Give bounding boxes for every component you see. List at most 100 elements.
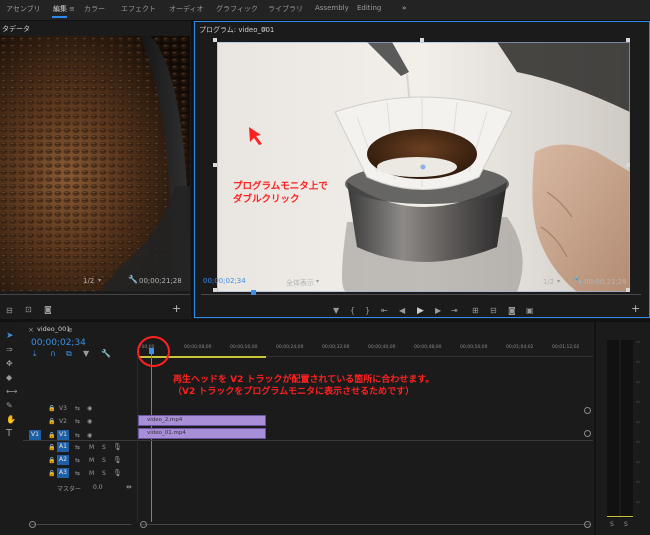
header-scrollbar[interactable]: [31, 524, 131, 525]
add-button-icon[interactable]: +: [631, 303, 640, 314]
lock-icon[interactable]: 🔒: [48, 405, 55, 413]
source-patch-v1[interactable]: V1: [29, 430, 41, 440]
go-to-end-icon[interactable]: ⇹: [126, 483, 132, 491]
panel-divider[interactable]: [594, 322, 596, 535]
sequence-menu-icon[interactable]: ≡: [67, 326, 73, 334]
program-playhead-marker[interactable]: [251, 290, 256, 295]
sync-lock-icon[interactable]: ⇆: [75, 444, 80, 452]
workspace-tab-audio[interactable]: オーディオ: [169, 4, 204, 14]
mark-in-icon[interactable]: {: [350, 307, 355, 315]
workspace-menu-icon[interactable]: ≡: [69, 5, 75, 13]
timeline-timecode[interactable]: 00;00;02;34: [31, 338, 86, 348]
workspace-tab-edit[interactable]: 編集: [53, 4, 67, 14]
insert-icon[interactable]: ⊟: [6, 307, 13, 315]
transform-handle[interactable]: [213, 38, 217, 42]
mute-button-a1[interactable]: M: [89, 444, 94, 451]
close-icon[interactable]: ×: [28, 326, 34, 334]
wrench-icon[interactable]: 🔧: [573, 277, 583, 285]
mark-out-icon[interactable]: }: [365, 307, 370, 315]
microphone-icon[interactable]: 🎙: [113, 469, 122, 477]
sequence-tab[interactable]: video_001: [37, 325, 70, 333]
track-select-tool-icon[interactable]: ⇒: [6, 346, 13, 354]
lock-icon[interactable]: 🔒: [48, 432, 55, 440]
track-name-a2[interactable]: A2: [57, 455, 69, 465]
eye-icon[interactable]: ◉: [87, 405, 92, 413]
scroll-handle[interactable]: [584, 407, 591, 414]
go-to-out-icon[interactable]: ⇥: [451, 307, 458, 315]
transform-handle[interactable]: [626, 288, 630, 292]
source-timecode[interactable]: 00;00;21;28: [139, 277, 182, 285]
clip-v1[interactable]: video_01.mp4: [138, 428, 266, 439]
overwrite-icon[interactable]: ⊡: [25, 306, 32, 314]
camera-icon[interactable]: ◙: [508, 307, 516, 315]
transform-handle[interactable]: [626, 163, 630, 167]
sync-lock-icon[interactable]: ⇆: [75, 432, 80, 440]
workspace-tab-color[interactable]: カラー: [84, 4, 105, 14]
track-name-a1[interactable]: A1: [57, 442, 69, 452]
lock-icon[interactable]: 🔒: [48, 470, 55, 478]
timeline-scrollbar[interactable]: [141, 524, 591, 525]
solo-button-a2[interactable]: S: [102, 457, 106, 464]
workspace-tab-editing[interactable]: Editing: [357, 4, 381, 12]
camera-icon[interactable]: ◙: [44, 306, 52, 314]
mute-button-a3[interactable]: M: [89, 470, 94, 477]
program-panel-menu-icon[interactable]: ≡: [261, 25, 267, 33]
program-video-frame[interactable]: プログラムモニタ上で ダブルクリック: [216, 41, 631, 293]
program-duration-timecode[interactable]: 00;00;21;28: [584, 278, 627, 286]
solo-button-a1[interactable]: S: [102, 444, 106, 451]
track-name-v1[interactable]: V1: [57, 430, 69, 440]
track-name-a3[interactable]: A3: [57, 468, 69, 478]
marker-icon[interactable]: ▼: [333, 307, 339, 315]
scroll-handle[interactable]: [584, 521, 591, 528]
workspace-overflow-icon[interactable]: »: [402, 4, 407, 12]
add-button-icon[interactable]: +: [172, 303, 181, 314]
workspace-tab-assembly[interactable]: Assembly: [315, 4, 349, 12]
workspace-tab-effects[interactable]: エフェクト: [121, 4, 156, 14]
solo-left-channel[interactable]: S: [610, 521, 614, 528]
sync-lock-icon[interactable]: ⇆: [75, 470, 80, 478]
lock-icon[interactable]: 🔒: [48, 457, 55, 465]
wrench-icon[interactable]: 🔧: [101, 350, 111, 358]
step-back-icon[interactable]: ◀: [399, 307, 405, 315]
linked-selection-icon[interactable]: ⧉: [66, 350, 72, 358]
track-name-v2[interactable]: V2: [59, 418, 67, 425]
workspace-tab-assembly-jp[interactable]: アセンブリ: [6, 4, 41, 14]
workspace-tab-graphics[interactable]: グラフィック: [216, 4, 258, 14]
mute-button-a2[interactable]: M: [89, 457, 94, 464]
scroll-handle[interactable]: [140, 521, 147, 528]
eye-icon[interactable]: ◉: [87, 432, 92, 440]
lock-icon[interactable]: 🔒: [48, 444, 55, 452]
track-name-v3[interactable]: V3: [59, 405, 67, 412]
type-tool-icon[interactable]: T: [6, 429, 12, 439]
scroll-handle[interactable]: [584, 430, 591, 437]
program-playhead-timecode[interactable]: 00;00;02;34: [203, 277, 246, 285]
hand-tool-icon[interactable]: ✋: [6, 416, 16, 424]
scroll-handle[interactable]: [29, 521, 36, 528]
pen-tool-icon[interactable]: ✎: [6, 402, 13, 410]
master-track-value[interactable]: 0.0: [93, 484, 103, 491]
ripple-edit-tool-icon[interactable]: ✥: [6, 360, 13, 368]
wrench-icon[interactable]: 🔧: [128, 276, 138, 284]
play-icon[interactable]: ▶: [417, 307, 424, 316]
source-scrub-bar[interactable]: [0, 294, 190, 295]
clip-v2[interactable]: video_2.mp4: [138, 415, 266, 426]
add-marker-icon[interactable]: ▼: [83, 350, 89, 358]
solo-button-a3[interactable]: S: [102, 470, 106, 477]
sync-lock-icon[interactable]: ⇆: [75, 405, 80, 413]
source-monitor-title[interactable]: タデータ: [2, 24, 30, 34]
workspace-tab-libraries[interactable]: ライブラリ: [268, 4, 303, 14]
transform-handle[interactable]: [213, 163, 217, 167]
comparison-view-icon[interactable]: ▣: [526, 307, 534, 315]
chevron-down-icon[interactable]: ▾: [316, 278, 319, 286]
program-fit-select[interactable]: 全体表示: [286, 278, 314, 288]
panel-divider[interactable]: [191, 21, 193, 318]
razor-tool-icon[interactable]: ◆: [6, 374, 12, 382]
solo-right-channel[interactable]: S: [624, 521, 628, 528]
sync-lock-icon[interactable]: ⇆: [75, 418, 80, 426]
selection-tool-icon[interactable]: ➤: [6, 332, 14, 341]
step-forward-icon[interactable]: ▶: [435, 307, 441, 315]
transform-handle[interactable]: [626, 38, 630, 42]
extract-icon[interactable]: ⊟: [490, 307, 497, 315]
transform-handle[interactable]: [420, 38, 424, 42]
transform-handle[interactable]: [213, 288, 217, 292]
